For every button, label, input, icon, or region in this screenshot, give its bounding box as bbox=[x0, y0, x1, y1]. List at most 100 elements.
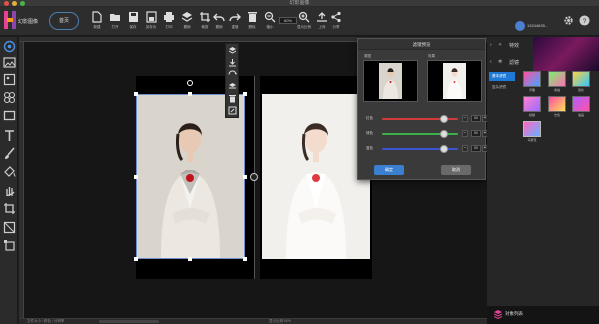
filter-label: 油画 bbox=[577, 113, 584, 117]
rectangle-tool[interactable] bbox=[3, 109, 16, 122]
hand-tool[interactable] bbox=[3, 184, 16, 197]
filter-label: 模糊 bbox=[528, 113, 535, 117]
green-slider-knob[interactable] bbox=[440, 130, 449, 138]
green-value-field[interactable]: 50 bbox=[471, 130, 481, 137]
window-title: 幻影图像 bbox=[289, 0, 310, 6]
right-panel: › ✧ 特效 ‹ ✲ 滤镜 基本滤镜 复杂滤镜 浮雕 素描 锐化 模糊 去色 油… bbox=[487, 37, 599, 324]
blue-decrease-button[interactable]: − bbox=[462, 145, 468, 152]
green-slider-row: 绿色 − 50 + bbox=[366, 129, 488, 139]
layer-down-icon bbox=[229, 59, 236, 67]
filter-item[interactable]: 素描 bbox=[547, 71, 567, 95]
picture-icon bbox=[3, 73, 16, 86]
status-right: 显示比例 60% bbox=[269, 319, 291, 323]
fill-tool[interactable] bbox=[3, 165, 16, 178]
shapes-tool[interactable] bbox=[3, 91, 16, 104]
home-button[interactable]: 首页 bbox=[49, 12, 79, 30]
tab-complex-filters[interactable]: 复杂滤镜 bbox=[489, 83, 515, 92]
filter-item[interactable]: 模糊 bbox=[522, 96, 542, 120]
blue-value-field[interactable]: 50 bbox=[471, 145, 481, 152]
layers-icon bbox=[494, 310, 502, 319]
help-icon: ? bbox=[579, 15, 590, 26]
user-name: 13244635... bbox=[527, 23, 549, 29]
layer-up-button[interactable] bbox=[228, 46, 237, 55]
title-bar: 幻影图像 bbox=[0, 0, 599, 7]
edit-object-button[interactable] bbox=[228, 106, 237, 115]
red-slider-label: 红色 bbox=[366, 116, 373, 120]
before-label: 原图 bbox=[364, 54, 371, 58]
blue-slider-knob[interactable] bbox=[440, 145, 449, 153]
filters-section-header[interactable]: ‹ ✲ 滤镜 bbox=[487, 56, 599, 69]
floating-object-toolbar bbox=[225, 43, 239, 118]
text-tool[interactable] bbox=[3, 129, 16, 142]
status-bar: 文件大小 / 颜色 / 分辨率 显示比例 60% bbox=[19, 318, 487, 324]
selection-box[interactable] bbox=[136, 94, 245, 259]
share-label: 分享 bbox=[332, 25, 340, 29]
filter-label: 马赛克 bbox=[527, 138, 537, 142]
after-label: 效果 bbox=[428, 54, 435, 58]
transform-icon bbox=[4, 240, 15, 251]
layers-icon bbox=[181, 12, 193, 22]
settings-button[interactable] bbox=[563, 15, 574, 26]
select-tool[interactable] bbox=[3, 40, 16, 53]
red-decrease-button[interactable]: − bbox=[462, 115, 468, 122]
frame-icon bbox=[3, 221, 16, 234]
main-toolbar: 幻影图像 首页 新建 打开 保存 另存为 打印 撤销 裁剪 撤销 重做 删除 缩… bbox=[0, 7, 599, 36]
before-preview bbox=[363, 60, 418, 102]
help-button[interactable]: ? bbox=[579, 15, 590, 26]
flip-icon bbox=[228, 70, 237, 75]
resize-handle[interactable] bbox=[188, 257, 192, 261]
share-button[interactable]: 分享 bbox=[325, 10, 347, 34]
resize-handle[interactable] bbox=[243, 257, 247, 261]
resize-handle[interactable] bbox=[243, 175, 247, 179]
resize-handle[interactable] bbox=[134, 92, 138, 96]
adjust-tool[interactable] bbox=[3, 73, 16, 86]
share-icon bbox=[331, 11, 341, 23]
transform-tool[interactable] bbox=[3, 239, 16, 252]
object-list-bar[interactable]: 对象列表 bbox=[487, 306, 599, 324]
tab-basic-filters[interactable]: 基本滤镜 bbox=[489, 72, 515, 81]
filters-section-label: 滤镜 bbox=[509, 60, 520, 66]
green-decrease-button[interactable]: − bbox=[462, 130, 468, 137]
cancel-button[interactable]: 取消 bbox=[441, 165, 471, 175]
effects-section-label: 特效 bbox=[509, 43, 520, 49]
resize-handle[interactable] bbox=[134, 175, 138, 179]
rectangle-icon bbox=[3, 110, 16, 121]
gear-icon bbox=[564, 16, 573, 25]
image-tool[interactable] bbox=[3, 56, 16, 69]
resize-handle[interactable] bbox=[134, 257, 138, 261]
brush-tool[interactable] bbox=[3, 147, 16, 160]
dialog-title: 滤镜预览 bbox=[358, 39, 485, 50]
blue-slider-row: 蓝色 − 50 + bbox=[366, 144, 488, 154]
chevron-right-icon: › bbox=[490, 42, 492, 48]
target-icon bbox=[3, 40, 16, 53]
filtered-photo[interactable] bbox=[262, 94, 370, 259]
filter-item[interactable]: 锐化 bbox=[571, 71, 591, 95]
filter-icon: ✲ bbox=[498, 59, 503, 65]
filter-item[interactable]: 去色 bbox=[547, 96, 567, 120]
red-value-field[interactable]: 50 bbox=[471, 115, 481, 122]
new-file-icon bbox=[92, 11, 102, 23]
filter-item[interactable]: 马赛克 bbox=[522, 121, 542, 145]
delete-object-button[interactable] bbox=[228, 94, 237, 103]
filter-label: 素描 bbox=[553, 88, 560, 92]
print-icon bbox=[164, 12, 174, 22]
resize-handle[interactable] bbox=[188, 92, 192, 96]
layer-down-button[interactable] bbox=[228, 58, 237, 67]
filter-item[interactable]: 油画 bbox=[571, 96, 591, 120]
rotate-handle[interactable] bbox=[187, 80, 193, 86]
filter-label: 锐化 bbox=[577, 88, 584, 92]
red-slider-knob[interactable] bbox=[440, 115, 449, 123]
horizontal-scrollbar[interactable] bbox=[99, 320, 159, 323]
ok-button[interactable]: 确定 bbox=[374, 165, 404, 175]
frame-tool[interactable] bbox=[3, 221, 16, 234]
zoom-out-button[interactable]: 缩小 bbox=[259, 10, 281, 34]
user-account[interactable]: 13244635... bbox=[515, 17, 548, 35]
filter-item[interactable]: 浮雕 bbox=[522, 71, 542, 95]
resize-handle[interactable] bbox=[243, 92, 247, 96]
zoom-out-label: 缩小 bbox=[266, 25, 274, 29]
flip-button[interactable] bbox=[228, 70, 237, 79]
align-button[interactable] bbox=[228, 82, 237, 91]
split-handle[interactable] bbox=[250, 173, 258, 181]
crop-icon bbox=[4, 203, 15, 214]
crop-tool[interactable] bbox=[3, 202, 16, 215]
